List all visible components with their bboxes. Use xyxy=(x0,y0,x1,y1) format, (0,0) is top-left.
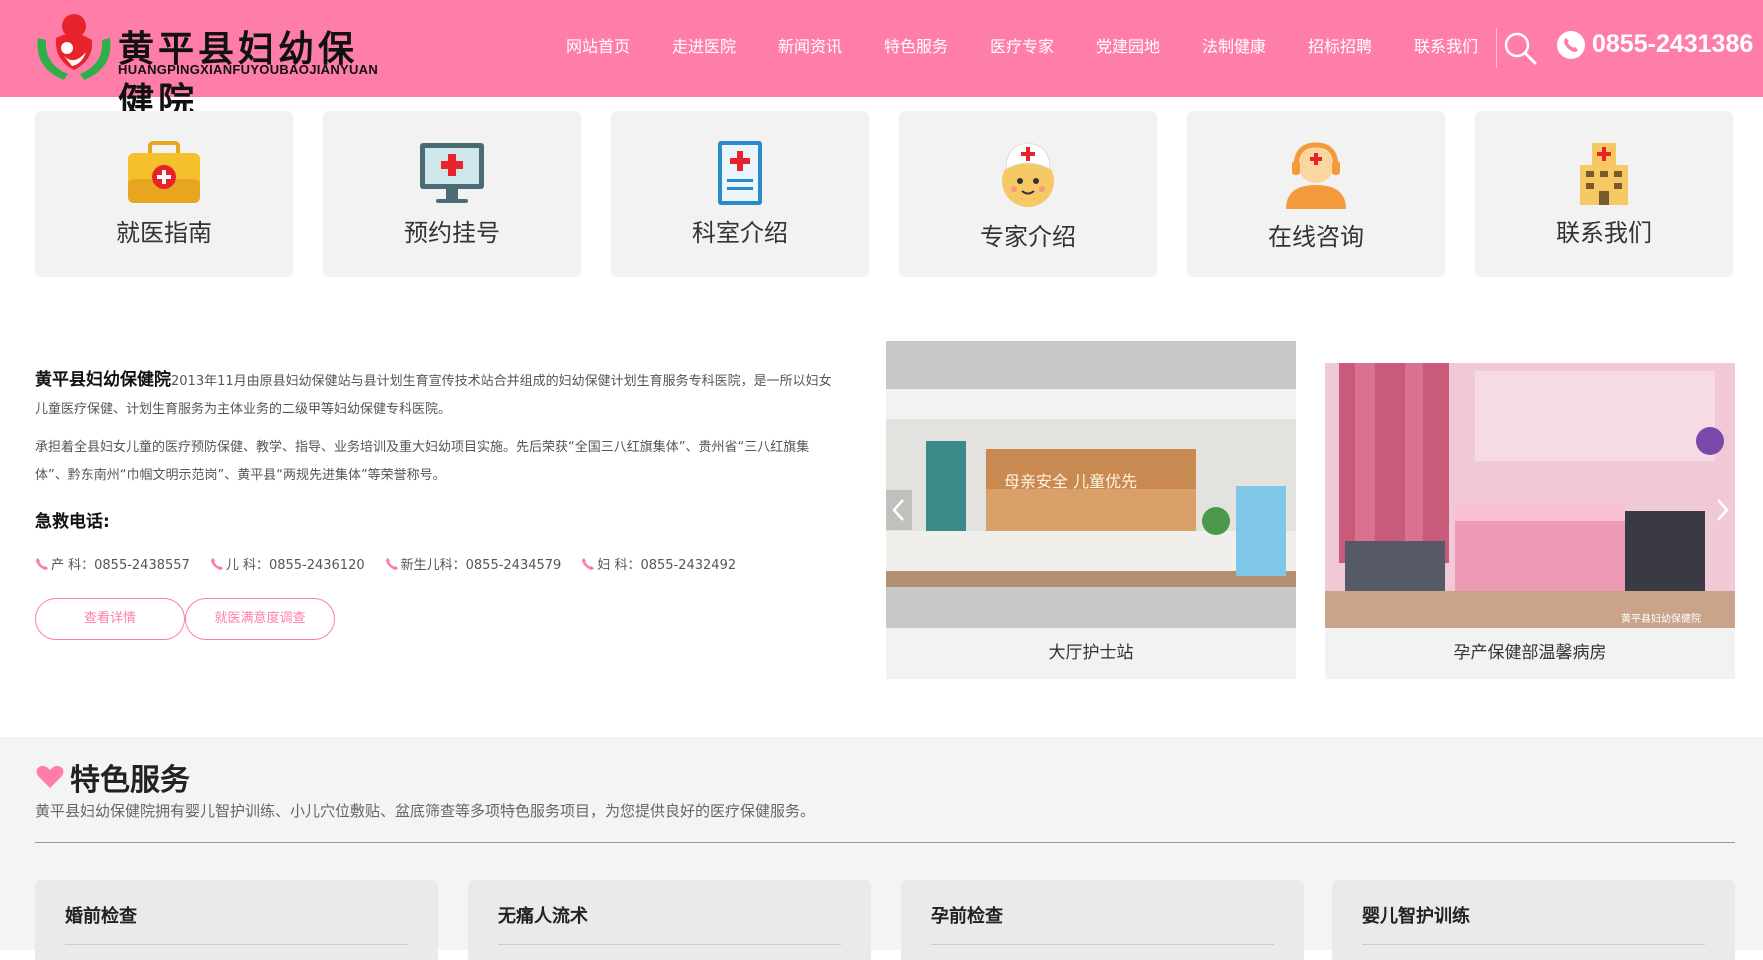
phone-neonatal: 新生儿科：0855-2434579 xyxy=(385,554,561,573)
quick-link-label: 联系我们 xyxy=(1556,219,1652,247)
phone-pediatrics: 儿 科：0855-2436120 xyxy=(210,554,365,573)
section-divider xyxy=(35,842,1735,843)
quick-link-label: 预约挂号 xyxy=(404,219,500,247)
service-name: 孕前检查 xyxy=(931,906,1003,927)
service-cards: 婚前检查 无痛人流术 孕前检查 婴儿智护训练 xyxy=(35,880,1735,960)
heart-icon xyxy=(36,765,64,788)
service-card-infant-care-training[interactable]: 婴儿智护训练 xyxy=(1332,880,1735,960)
nav-recruitment[interactable]: 招标招聘 xyxy=(1287,0,1393,97)
gallery-caption: 大厅护士站 xyxy=(1048,643,1134,663)
quick-link-departments[interactable]: 科室介绍 xyxy=(611,111,869,277)
quick-link-experts[interactable]: 专家介绍 xyxy=(899,111,1157,277)
nav-featured-services[interactable]: 特色服务 xyxy=(863,0,969,97)
service-underline xyxy=(1362,944,1705,945)
maternity-ward-photo: 黄平县妇幼保健院 xyxy=(1325,341,1735,628)
svg-text:母亲安全 儿童优先: 母亲安全 儿童优先 xyxy=(1004,472,1137,491)
section-description: 黄平县妇幼保健院拥有婴儿智护训练、小儿穴位敷贴、盆底筛查等多项特色服务项目，为您… xyxy=(35,802,816,820)
emergency-phone-title: 急救电话: xyxy=(35,512,110,532)
about-paragraph-1: 黄平县妇幼保健院2013年11月由原县妇幼保健站与县计划生育宣传技术站合并组成的… xyxy=(35,366,835,424)
nav-medical-experts[interactable]: 医疗专家 xyxy=(969,0,1075,97)
main-nav: 网站首页 走进医院 新闻资讯 特色服务 医疗专家 党建园地 法制健康 招标招聘 … xyxy=(545,0,1499,97)
quick-link-label: 就医指南 xyxy=(116,219,212,247)
phone-icon xyxy=(582,557,595,570)
nav-contact[interactable]: 联系我们 xyxy=(1393,0,1499,97)
service-name: 无痛人流术 xyxy=(498,906,588,927)
hospital-building-icon xyxy=(1580,143,1628,205)
quick-link-appointment[interactable]: 预约挂号 xyxy=(323,111,581,277)
phone-call-icon xyxy=(1557,31,1585,59)
gallery-caption: 孕产保健部温馨病房 xyxy=(1453,643,1607,663)
service-name: 婴儿智护训练 xyxy=(1362,906,1470,927)
headset-agent-icon xyxy=(1286,142,1346,209)
phone-icon xyxy=(210,557,223,570)
carousel-prev-arrow-icon[interactable] xyxy=(886,490,912,530)
about-buttons: 查看详情 就医满意度调查 xyxy=(35,598,335,640)
nav-home[interactable]: 网站首页 xyxy=(545,0,651,97)
service-card-preconception-check[interactable]: 孕前检查 xyxy=(901,880,1304,960)
about-paragraph-2: 承担着全县妇女儿童的医疗预防保健、教学、指导、业务培训及重大妇幼项目实施。先后荣… xyxy=(35,440,810,483)
nav-legal-health[interactable]: 法制健康 xyxy=(1181,0,1287,97)
gallery-card-maternity-ward[interactable]: 黄平县妇幼保健院 孕产保健部温馨病房 xyxy=(1325,341,1735,679)
section-title: 特色服务 xyxy=(70,763,190,798)
logo-mother-child-icon xyxy=(37,14,111,80)
phone-gynecology: 妇 科：0855-2432492 xyxy=(581,554,736,573)
service-underline xyxy=(498,944,841,945)
service-card-painless-abortion[interactable]: 无痛人流术 xyxy=(468,880,871,960)
emergency-phone-list: 产 科：0855-2438557 儿 科：0855-2436120 新生儿科：0… xyxy=(35,554,736,573)
quick-link-consult[interactable]: 在线咨询 xyxy=(1187,111,1445,277)
quick-link-guide[interactable]: 就医指南 xyxy=(35,111,293,277)
logo[interactable]: 黄平县妇幼保健院 HUANGPINGXIANFUYOUBAOJIANYUAN xyxy=(34,8,394,122)
gallery-card-nurse-station[interactable]: 母亲安全 儿童优先 大厅护士站 xyxy=(886,341,1296,679)
about-section: 黄平县妇幼保健院2013年11月由原县妇幼保健站与县计划生育宣传技术站合并组成的… xyxy=(35,366,835,490)
service-card-premarital-check[interactable]: 婚前检查 xyxy=(35,880,438,960)
quick-link-contact[interactable]: 联系我们 xyxy=(1475,111,1733,277)
service-underline xyxy=(65,944,408,945)
service-underline xyxy=(931,944,1274,945)
nav-party-building[interactable]: 党建园地 xyxy=(1075,0,1181,97)
header-phone-number: 0855-2431386 xyxy=(1592,30,1754,58)
nurse-station-photo: 母亲安全 儿童优先 xyxy=(886,341,1296,628)
monitor-cross-icon xyxy=(420,143,484,203)
site-header: 黄平县妇幼保健院 HUANGPINGXIANFUYOUBAOJIANYUAN 网… xyxy=(0,0,1763,122)
svg-text:黄平县妇幼保健院: 黄平县妇幼保健院 xyxy=(1621,612,1701,625)
phone-icon xyxy=(36,557,48,570)
satisfaction-survey-button[interactable]: 就医满意度调查 xyxy=(185,598,335,640)
nav-divider xyxy=(1496,28,1497,68)
logo-pinyin-name: HUANGPINGXIANFUYOUBAOJIANYUAN xyxy=(118,62,379,77)
nav-about-hospital[interactable]: 走进医院 xyxy=(651,0,757,97)
service-name: 婚前检查 xyxy=(65,906,137,927)
phone-obstetrics: 产 科：0855-2438557 xyxy=(35,554,190,573)
phone-icon xyxy=(385,557,398,570)
quick-links: 就医指南 预约挂号 科室介绍 专家介绍 在线咨询 联系我们 xyxy=(35,111,1735,277)
nurse-face-icon xyxy=(1002,142,1054,207)
carousel-next-arrow-icon[interactable] xyxy=(1709,490,1735,530)
quick-link-label: 科室介绍 xyxy=(692,219,788,247)
quick-link-label: 在线咨询 xyxy=(1268,223,1364,251)
photo-carousel: 母亲安全 儿童优先 大厅护士站 黄平县妇幼保健院 孕产保健部温馨病房 xyxy=(886,341,1735,679)
hospital-name: 黄平县妇幼保健院 xyxy=(35,370,171,390)
quick-link-label: 专家介绍 xyxy=(980,223,1076,251)
search-icon[interactable] xyxy=(1502,30,1538,66)
view-details-button[interactable]: 查看详情 xyxy=(35,598,185,640)
clipboard-cross-icon xyxy=(718,141,762,205)
nav-news[interactable]: 新闻资讯 xyxy=(757,0,863,97)
medical-kit-icon xyxy=(128,141,200,203)
featured-services-section: 特色服务 黄平县妇幼保健院拥有婴儿智护训练、小儿穴位敷贴、盆底筛查等多项特色服务… xyxy=(0,737,1763,960)
